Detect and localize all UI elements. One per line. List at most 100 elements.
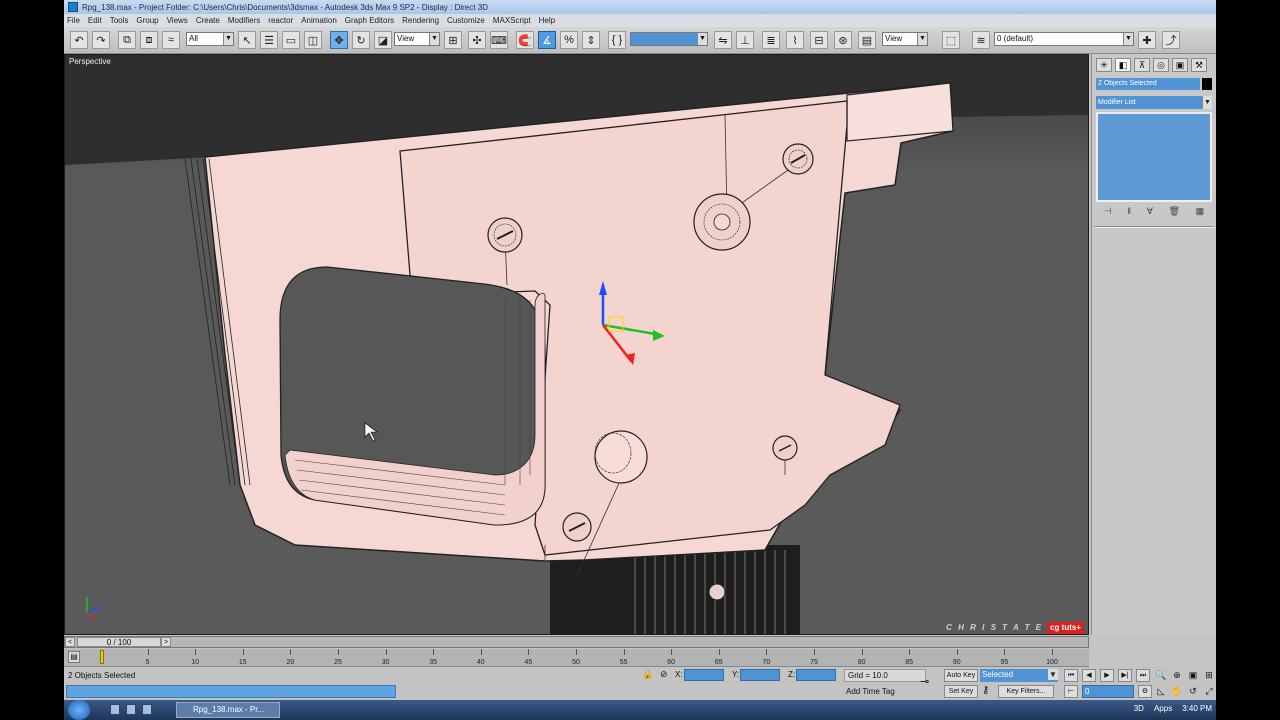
- snaps-toggle-icon[interactable]: 🧲: [516, 31, 534, 49]
- taskbar-item-3dsmax[interactable]: Rpg_138.max - Pr...: [176, 702, 280, 718]
- absolute-mode-icon[interactable]: ⊘: [660, 669, 668, 680]
- selection-filter-dropdown[interactable]: All ▼: [186, 32, 234, 46]
- layer-dropdown[interactable]: 0 (default) ▼: [994, 32, 1134, 46]
- z-coordinate-field[interactable]: [796, 669, 836, 681]
- mirror-icon[interactable]: ⇋: [714, 31, 732, 49]
- motion-tab-icon[interactable]: ◎: [1153, 58, 1169, 72]
- key-mode-toggle-icon[interactable]: ⊢: [1064, 685, 1078, 698]
- align-icon[interactable]: ⊥: [736, 31, 754, 49]
- layers-toolbar-icon[interactable]: ≋: [972, 31, 990, 49]
- tray-item[interactable]: 3D: [1134, 704, 1144, 713]
- add-to-layer-icon[interactable]: ⤴: [1162, 31, 1180, 49]
- pin-stack-icon[interactable]: ⊣: [1104, 206, 1112, 220]
- menu-help[interactable]: Help: [539, 16, 555, 25]
- menu-create[interactable]: Create: [196, 16, 220, 25]
- remove-modifier-icon[interactable]: 🗑: [1169, 206, 1180, 220]
- modify-tab-icon[interactable]: ◧: [1115, 58, 1131, 72]
- pan-icon[interactable]: ✋: [1170, 685, 1184, 698]
- create-tab-icon[interactable]: ✳: [1096, 58, 1112, 72]
- make-unique-icon[interactable]: ∀: [1147, 206, 1153, 220]
- configure-sets-icon[interactable]: ▦: [1196, 206, 1205, 220]
- zoom-all-icon[interactable]: ⊕: [1170, 669, 1184, 682]
- reference-coordinate-dropdown[interactable]: View ▼: [394, 32, 440, 46]
- menu-graph-editors[interactable]: Graph Editors: [345, 16, 394, 25]
- x-coordinate-field[interactable]: [684, 669, 724, 681]
- curve-editor-icon[interactable]: ⌇: [786, 31, 804, 49]
- menu-file[interactable]: File: [67, 16, 80, 25]
- display-tab-icon[interactable]: ▣: [1172, 58, 1188, 72]
- current-frame-field[interactable]: 0: [1082, 685, 1134, 698]
- lock-icon[interactable]: 🔒: [642, 669, 653, 680]
- percent-snap-icon[interactable]: %: [560, 31, 578, 49]
- key-filters-button[interactable]: Key Filters...: [998, 685, 1054, 698]
- menu-rendering[interactable]: Rendering: [402, 16, 439, 25]
- menu-edit[interactable]: Edit: [88, 16, 102, 25]
- tray-clock[interactable]: 3:40 PM: [1182, 704, 1212, 713]
- modifier-stack[interactable]: [1096, 112, 1212, 202]
- menu-animation[interactable]: Animation: [301, 16, 337, 25]
- orbit-icon[interactable]: ↺: [1186, 685, 1200, 698]
- menu-reactor[interactable]: reactor: [268, 16, 293, 25]
- object-color-swatch[interactable]: [1202, 78, 1212, 90]
- schematic-view-icon[interactable]: ⊟: [810, 31, 828, 49]
- perspective-viewport[interactable]: Perspective C H R I S T A T E cg tuts+: [64, 54, 1089, 635]
- hierarchy-tab-icon[interactable]: ⊼: [1134, 58, 1150, 72]
- window-crossing-icon[interactable]: ◫: [304, 31, 322, 49]
- material-editor-icon[interactable]: ⊛: [834, 31, 852, 49]
- render-view-dropdown[interactable]: View ▼: [882, 32, 928, 46]
- undo-icon[interactable]: ↶: [70, 31, 88, 49]
- layer-manager-icon[interactable]: ≣: [762, 31, 780, 49]
- tray-item[interactable]: Apps: [1154, 704, 1172, 713]
- spinner-snap-icon[interactable]: ⇕: [582, 31, 600, 49]
- maximize-viewport-icon[interactable]: ⤢: [1202, 685, 1216, 698]
- show-end-result-icon[interactable]: ‖: [1127, 206, 1131, 220]
- next-frame-icon[interactable]: >: [161, 637, 171, 647]
- key-icon[interactable]: ⊸: [920, 675, 929, 688]
- pivot-center-icon[interactable]: ⊞: [444, 31, 462, 49]
- set-keys-icon[interactable]: ⚷: [982, 685, 989, 696]
- menu-group[interactable]: Group: [136, 16, 158, 25]
- auto-key-button[interactable]: Auto Key: [944, 669, 978, 682]
- zoom-extents-icon[interactable]: ▣: [1186, 669, 1200, 682]
- menu-maxscript[interactable]: MAXScript: [493, 16, 531, 25]
- prev-frame-icon[interactable]: <: [65, 637, 75, 647]
- render-setup-icon[interactable]: ▤: [858, 31, 876, 49]
- select-link-icon[interactable]: ⧉: [118, 31, 136, 49]
- play-icon[interactable]: ▶: [1100, 669, 1114, 682]
- modifier-list-dropdown[interactable]: Modifier List ▼: [1096, 96, 1212, 109]
- curve-editor-toggle-icon[interactable]: ▤: [68, 651, 80, 663]
- track-bar[interactable]: ▤ 5 10 15 20 25 30 35 40 45 50 55 60 65 70 75 80 85 90 95 1…: [64, 649, 1089, 667]
- select-by-name-icon[interactable]: ☰: [260, 31, 278, 49]
- key-mode-dropdown[interactable]: Selected ▼: [980, 669, 1058, 682]
- redo-icon[interactable]: ↷: [92, 31, 110, 49]
- unlink-icon[interactable]: ⧈: [140, 31, 158, 49]
- show-desktop-icon[interactable]: [110, 704, 120, 715]
- current-time-marker[interactable]: [100, 650, 104, 664]
- field-of-view-icon[interactable]: ◺: [1154, 685, 1168, 698]
- time-slider-thumb[interactable]: 0 / 100: [77, 637, 161, 647]
- object-name-field[interactable]: 2 Objects Selected: [1096, 78, 1200, 90]
- zoom-extents-all-icon[interactable]: ⊞: [1202, 669, 1216, 682]
- select-move-icon[interactable]: ✥: [330, 31, 348, 49]
- explorer-icon[interactable]: [126, 704, 136, 715]
- select-manipulate-icon[interactable]: ✣: [468, 31, 486, 49]
- previous-key-icon[interactable]: ◀: [1082, 669, 1096, 682]
- zoom-icon[interactable]: 🔍: [1154, 669, 1168, 682]
- start-button-icon[interactable]: [68, 700, 90, 720]
- browser-icon[interactable]: [142, 704, 152, 715]
- add-time-tag[interactable]: Add Time Tag: [846, 687, 895, 696]
- select-rotate-icon[interactable]: ↻: [352, 31, 370, 49]
- select-object-icon[interactable]: ↖: [238, 31, 256, 49]
- menu-tools[interactable]: Tools: [110, 16, 129, 25]
- menu-views[interactable]: Views: [167, 16, 188, 25]
- create-layer-icon[interactable]: ✚: [1138, 31, 1156, 49]
- named-selection-dropdown[interactable]: ▼: [630, 32, 708, 46]
- y-coordinate-field[interactable]: [740, 669, 780, 681]
- title-bar[interactable]: Rpg_138.max - Project Folder: C:\Users\C…: [64, 0, 1216, 14]
- angle-snap-icon[interactable]: ∡: [538, 31, 556, 49]
- time-configuration-icon[interactable]: ⚙: [1138, 685, 1152, 698]
- select-scale-icon[interactable]: ◪: [374, 31, 392, 49]
- quick-render-icon[interactable]: ⬚: [942, 31, 960, 49]
- menu-modifiers[interactable]: Modifiers: [228, 16, 260, 25]
- utilities-tab-icon[interactable]: ⚒: [1191, 58, 1207, 72]
